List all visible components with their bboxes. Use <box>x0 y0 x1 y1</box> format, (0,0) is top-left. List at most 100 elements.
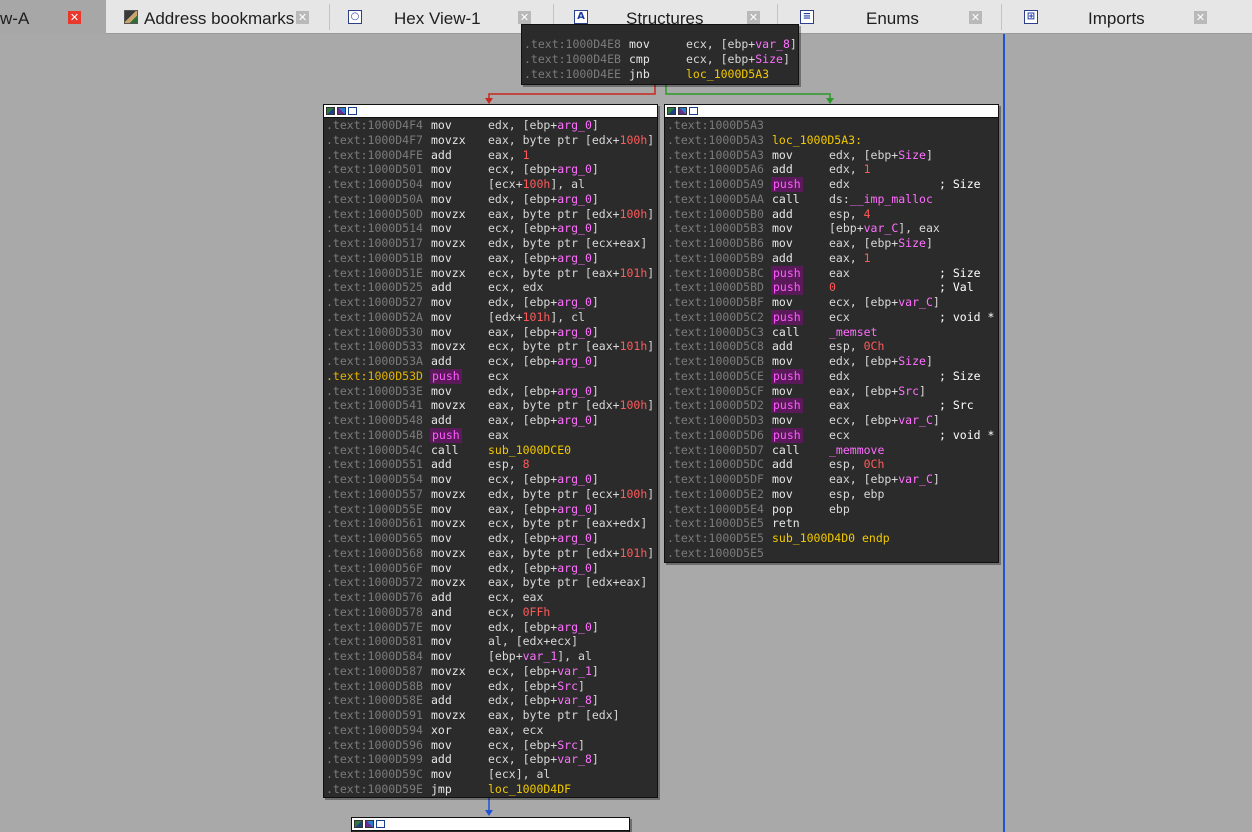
operands[interactable]: 0 <box>829 280 836 295</box>
asm-line[interactable]: .text:1000D4F7 movzx eax, byte ptr [edx+10… <box>326 133 657 148</box>
asm-line[interactable]: .text:1000D5BF mov ecx, [ebp+var_C] <box>667 295 998 310</box>
address[interactable]: .text:1000D4E8 <box>524 37 621 52</box>
operands[interactable]: [ebp+var_C], eax <box>829 221 940 236</box>
address[interactable]: .text:1000D4EE <box>524 67 621 82</box>
mnemonic[interactable]: push <box>771 368 803 384</box>
code-label[interactable]: loc_1000D5A3: <box>772 133 862 148</box>
operands[interactable]: esp, 4 <box>829 207 871 222</box>
asm-line[interactable]: .text:1000D5B9 add eax, 1 <box>667 251 998 266</box>
address[interactable]: .text:1000D5BF <box>667 295 764 310</box>
address[interactable]: .text:1000D5A6 <box>667 162 764 177</box>
mnemonic[interactable]: movzx <box>431 133 466 148</box>
mnemonic[interactable]: mov <box>431 118 452 133</box>
asm-line[interactable]: .text:1000D5DF mov eax, [ebp+var_C] <box>667 472 998 487</box>
address[interactable]: .text:1000D514 <box>326 221 423 236</box>
address[interactable]: .text:1000D584 <box>326 649 423 664</box>
address[interactable]: .text:1000D530 <box>326 325 423 340</box>
address[interactable]: .text:1000D5E2 <box>667 487 764 502</box>
mnemonic[interactable]: movzx <box>431 398 466 413</box>
text-view-icon[interactable] <box>689 107 698 115</box>
mnemonic[interactable]: call <box>772 443 800 458</box>
operands[interactable]: [ecx], al <box>488 767 550 782</box>
operands[interactable]: loc_1000D5A3 <box>686 67 769 82</box>
asm-line[interactable]: .text:1000D568 movzx eax, byte ptr [edx+10… <box>326 546 657 561</box>
asm-line[interactable]: .text:1000D58B mov edx, [ebp+Src] <box>326 679 657 694</box>
mnemonic[interactable]: mov <box>431 310 452 325</box>
mnemonic[interactable]: add <box>772 457 793 472</box>
address[interactable]: .text:1000D4F4 <box>326 118 423 133</box>
mnemonic[interactable]: mov <box>772 472 793 487</box>
asm-line[interactable]: .text:1000D57E mov edx, [ebp+arg_0] <box>326 620 657 635</box>
asm-line[interactable]: .text:1000D565 mov edx, [ebp+arg_0] <box>326 531 657 546</box>
asm-line[interactable]: .text:1000D54B push eax <box>326 427 657 443</box>
asm-line[interactable]: .text:1000D530 mov eax, [ebp+arg_0] <box>326 325 657 340</box>
operands[interactable]: eax, [ebp+arg_0] <box>488 251 599 266</box>
operands[interactable]: eax, ecx <box>488 723 543 738</box>
mnemonic[interactable]: call <box>772 325 800 340</box>
operands[interactable]: ecx, [ebp+arg_0] <box>488 472 599 487</box>
asm-line[interactable]: .text:1000D5B3 mov [ebp+var_C], eax <box>667 221 998 236</box>
asm-line[interactable]: .text:1000D587 movzx ecx, [ebp+var_1] <box>326 664 657 679</box>
operands[interactable]: ecx, [ebp+var_C] <box>829 295 940 310</box>
mnemonic[interactable]: mov <box>431 162 452 177</box>
address[interactable]: .text:1000D565 <box>326 531 423 546</box>
address[interactable]: .text:1000D5C2 <box>667 310 764 325</box>
address[interactable]: .text:1000D53E <box>326 384 423 399</box>
asm-line[interactable]: .text:1000D548 add eax, [ebp+arg_0] <box>326 413 657 428</box>
address[interactable]: .text:1000D50A <box>326 192 423 207</box>
mnemonic[interactable]: mov <box>431 221 452 236</box>
operands[interactable]: eax, byte ptr [edx] <box>488 708 620 723</box>
graph-icon[interactable] <box>678 107 687 115</box>
operands[interactable]: edx, [ebp+arg_0] <box>488 620 599 635</box>
address[interactable]: .text:1000D5E5 <box>667 516 764 531</box>
mnemonic[interactable]: mov <box>431 325 452 340</box>
mnemonic[interactable]: mov <box>772 148 793 163</box>
operands[interactable]: _memmove <box>829 443 884 458</box>
asm-line[interactable]: .text:1000D50A mov edx, [ebp+arg_0] <box>326 192 657 207</box>
operands[interactable]: ecx, byte ptr [eax+101h] <box>488 339 654 354</box>
operands[interactable]: ecx, [ebp+Size] <box>686 52 790 67</box>
operands[interactable]: ecx, [ebp+arg_0] <box>488 354 599 369</box>
basic-block-top[interactable]: .text:1000D4E8 mov ecx, [ebp+var_8] .text:1… <box>521 24 799 85</box>
operands[interactable]: edx, byte ptr [ecx+eax] <box>488 236 647 251</box>
asm-line[interactable]: .text:1000D59E jmp loc_1000D4DF <box>326 782 657 797</box>
operands[interactable]: edx, [ebp+arg_0] <box>488 192 599 207</box>
address[interactable]: .text:1000D4EB <box>524 52 621 67</box>
mnemonic[interactable]: push <box>430 368 462 384</box>
mnemonic[interactable]: movzx <box>431 339 466 354</box>
asm-line[interactable]: .text:1000D4E8 mov ecx, [ebp+var_8] <box>524 37 798 52</box>
address[interactable]: .text:1000D557 <box>326 487 423 502</box>
mnemonic[interactable]: movzx <box>431 575 466 590</box>
mnemonic[interactable]: mov <box>431 649 452 664</box>
address[interactable]: .text:1000D587 <box>326 664 423 679</box>
asm-line[interactable]: .text:1000D4EB cmp ecx, [ebp+Size] <box>524 52 798 67</box>
asm-line[interactable]: .text:1000D5A9 push edx ; Size <box>667 177 998 192</box>
mnemonic[interactable]: add <box>772 207 793 222</box>
asm-line[interactable]: .text:1000D5D2 push eax ; Src <box>667 398 998 413</box>
operands[interactable]: edx <box>829 369 850 384</box>
address[interactable]: .text:1000D54C <box>326 443 423 458</box>
address[interactable]: .text:1000D533 <box>326 339 423 354</box>
address[interactable]: .text:1000D5A3 <box>667 133 764 148</box>
operands[interactable]: ecx <box>488 369 509 384</box>
address[interactable]: .text:1000D5C8 <box>667 339 764 354</box>
operands[interactable]: ecx, eax <box>488 590 543 605</box>
mnemonic[interactable]: jmp <box>431 782 452 797</box>
mnemonic[interactable]: call <box>431 443 459 458</box>
address[interactable]: .text:1000D504 <box>326 177 423 192</box>
asm-line[interactable]: .text:1000D5C8 add esp, 0Ch <box>667 339 998 354</box>
operands[interactable]: ecx, [ebp+arg_0] <box>488 162 599 177</box>
operands[interactable]: eax, [ebp+var_C] <box>829 472 940 487</box>
asm-line[interactable]: .text:1000D5A3 loc_1000D5A3: <box>667 133 998 148</box>
mnemonic[interactable]: pop <box>772 502 793 517</box>
mnemonic[interactable]: mov <box>431 561 452 576</box>
asm-line[interactable]: .text:1000D5D7 call _memmove <box>667 443 998 458</box>
operands[interactable]: [edx+101h], cl <box>488 310 585 325</box>
asm-line[interactable]: .text:1000D554 mov ecx, [ebp+arg_0] <box>326 472 657 487</box>
mnemonic[interactable]: push <box>771 398 803 413</box>
address[interactable]: .text:1000D5D7 <box>667 443 764 458</box>
asm-line[interactable]: .text:1000D572 movzx eax, byte ptr [edx+ea… <box>326 575 657 590</box>
operands[interactable]: eax <box>488 428 509 443</box>
operands[interactable]: edx, [ebp+Size] <box>829 354 933 369</box>
operands[interactable]: al, [edx+ecx] <box>488 634 578 649</box>
